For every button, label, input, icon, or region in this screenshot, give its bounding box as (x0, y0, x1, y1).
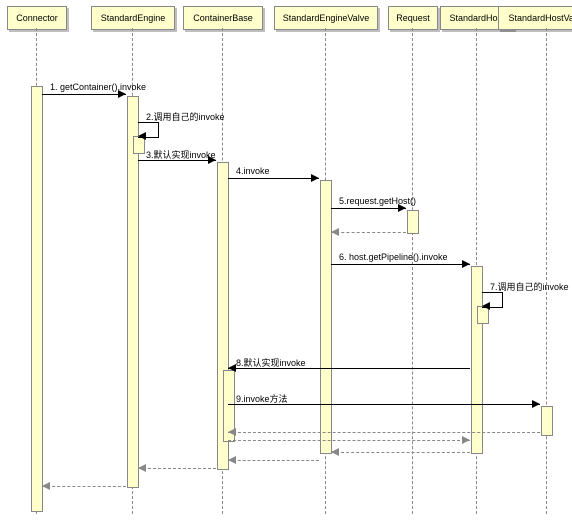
return-message (138, 468, 216, 469)
arrowhead (462, 436, 470, 444)
participant-standardEngineValve: StandardEngineValve (274, 6, 378, 30)
message-label: 1. getContainer().invoke (50, 82, 146, 92)
call-message (331, 264, 470, 265)
arrowhead (228, 428, 236, 436)
activation (127, 96, 139, 488)
activation (31, 86, 43, 512)
arrowhead (138, 464, 146, 472)
call-message (42, 94, 126, 95)
arrowhead (331, 448, 339, 456)
activation (541, 406, 553, 436)
message-label: 9.invoke方法 (236, 392, 288, 405)
return-message (42, 486, 126, 487)
message-label: 7.调用自己的invoke (490, 280, 569, 293)
return-message (331, 232, 406, 233)
activation (320, 180, 332, 454)
arrowhead (331, 228, 339, 236)
arrowhead (311, 174, 319, 182)
message-label: 5.request.getHost() (339, 196, 416, 206)
message-label: 6. host.getPipeline().invoke (339, 252, 448, 262)
return-message (228, 432, 540, 433)
participant-connector: Connector (7, 6, 67, 30)
participant-request: Request (388, 6, 438, 30)
arrowhead (532, 400, 540, 408)
arrowhead (138, 132, 146, 140)
call-message (331, 208, 406, 209)
message-label: 8.默认实现invoke (236, 356, 306, 369)
activation (407, 210, 419, 234)
participant-standardHostValve: StandardHostValve (498, 6, 572, 30)
lifeline-standardHostValve (546, 28, 547, 514)
arrowhead (42, 482, 50, 490)
return-message (228, 460, 319, 461)
return-message (228, 440, 470, 441)
participant-standardEngine: StandardEngine (91, 6, 175, 30)
arrowhead (482, 302, 490, 310)
participant-containerBase: ContainerBase (183, 6, 263, 30)
arrowhead (228, 364, 236, 372)
return-message (331, 452, 470, 453)
arrowhead (462, 260, 470, 268)
message-label: 2.调用自己的invoke (146, 110, 225, 123)
arrowhead (228, 456, 236, 464)
lifeline-request (412, 28, 413, 514)
call-message (228, 178, 319, 179)
message-label: 4.invoke (236, 166, 270, 176)
message-label: 3.默认实现invoke (146, 148, 216, 161)
